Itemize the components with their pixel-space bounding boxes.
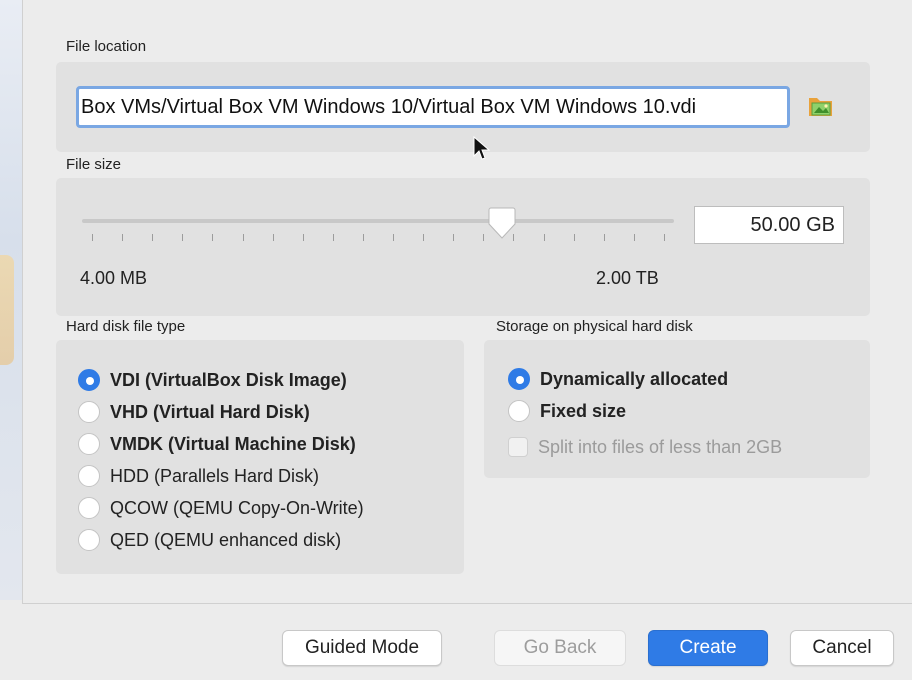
create-button[interactable]: Create — [648, 630, 768, 666]
slider-tick — [212, 234, 213, 241]
radio-option[interactable]: VMDK (Virtual Machine Disk) — [78, 429, 356, 459]
radio-button[interactable] — [78, 529, 100, 551]
radio-label: VDI (VirtualBox Disk Image) — [110, 369, 347, 390]
slider-tick — [393, 234, 394, 241]
radio-option[interactable]: QED (QEMU enhanced disk) — [78, 525, 341, 555]
radio-label: VHD (Virtual Hard Disk) — [110, 401, 310, 422]
guided-mode-button[interactable]: Guided Mode — [282, 630, 442, 666]
slider-tick — [273, 234, 274, 241]
file-location-label: File location — [66, 38, 147, 55]
radio-button[interactable] — [78, 465, 100, 487]
radio-button[interactable] — [78, 369, 100, 391]
radio-label: Dynamically allocated — [540, 368, 729, 389]
radio-button[interactable] — [78, 401, 100, 423]
radio-button[interactable] — [78, 497, 100, 519]
slider-tick — [152, 234, 153, 241]
storage-label: Storage on physical hard disk — [496, 318, 693, 335]
radio-button[interactable] — [508, 400, 530, 422]
split-files-checkbox-row[interactable]: Split into files of less than 2GB — [508, 432, 782, 462]
slider-tick — [333, 234, 334, 241]
radio-label: HDD (Parallels Hard Disk) — [110, 465, 320, 486]
slider-tick — [453, 234, 454, 241]
radio-option[interactable]: QCOW (QEMU Copy-On-Write) — [78, 493, 364, 523]
slider-tick — [634, 234, 635, 241]
cancel-button[interactable]: Cancel — [790, 630, 894, 666]
slider-tick — [483, 234, 484, 241]
slider-tick — [423, 234, 424, 241]
slider-tick — [664, 234, 665, 241]
slider-tick — [604, 234, 605, 241]
radio-button[interactable] — [508, 368, 530, 390]
radio-label: QED (QEMU enhanced disk) — [110, 529, 342, 550]
file-size-slider-ticks — [82, 234, 674, 244]
slider-tick — [363, 234, 364, 241]
radio-option[interactable]: Fixed size — [508, 396, 626, 426]
file-size-max-label: 2.00 TB — [596, 268, 659, 288]
slider-tick — [122, 234, 123, 241]
file-size-min-label: 4.00 MB — [80, 268, 148, 288]
slider-tick — [303, 234, 304, 241]
radio-label: QCOW (QEMU Copy-On-Write) — [110, 497, 364, 518]
radio-label: Fixed size — [540, 400, 627, 421]
go-back-button[interactable]: Go Back — [494, 630, 626, 666]
file-size-slider-thumb[interactable] — [487, 206, 517, 240]
radio-option[interactable]: VHD (Virtual Hard Disk) — [78, 397, 310, 427]
radio-button[interactable] — [78, 433, 100, 455]
mouse-pointer-icon — [472, 135, 492, 162]
slider-tick — [92, 234, 93, 241]
split-files-label: Split into files of less than 2GB — [538, 436, 783, 457]
radio-label: VMDK (Virtual Machine Disk) — [110, 433, 356, 454]
slider-tick — [574, 234, 575, 241]
file-size-group — [56, 178, 870, 316]
folder-image-icon[interactable] — [806, 92, 836, 120]
split-files-checkbox[interactable] — [508, 437, 528, 457]
hard-disk-type-label: Hard disk file type — [66, 318, 186, 335]
file-path-input[interactable]: Box VMs/Virtual Box VM Windows 10/Virtua… — [76, 86, 790, 128]
file-size-input[interactable]: 50.00 GB — [694, 206, 844, 244]
background-decoration — [0, 255, 14, 365]
radio-option[interactable]: Dynamically allocated — [508, 364, 728, 394]
file-size-slider-track[interactable] — [82, 219, 674, 223]
slider-tick — [243, 234, 244, 241]
slider-tick — [182, 234, 183, 241]
file-size-label: File size — [66, 156, 122, 173]
radio-option[interactable]: HDD (Parallels Hard Disk) — [78, 461, 319, 491]
slider-tick — [544, 234, 545, 241]
radio-option[interactable]: VDI (VirtualBox Disk Image) — [78, 365, 347, 395]
